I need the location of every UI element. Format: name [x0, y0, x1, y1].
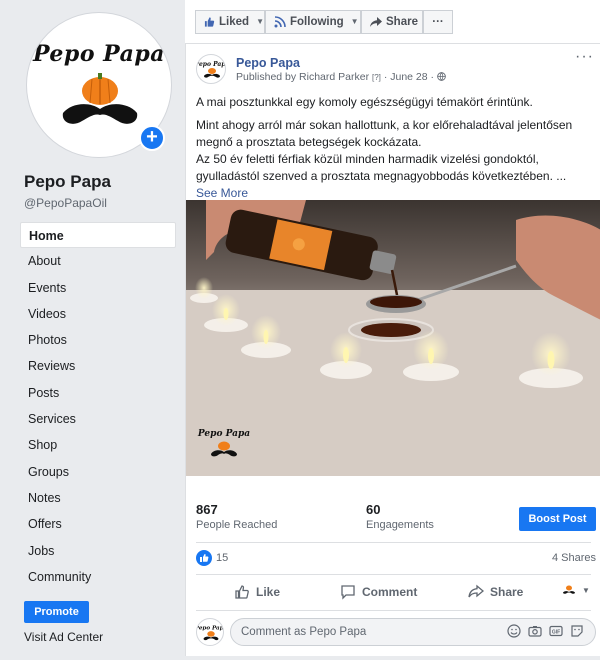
photo-watermark: Pepo Papa	[197, 429, 250, 439]
sidebar-item-about[interactable]: About	[20, 248, 176, 274]
liked-label: Liked	[219, 16, 250, 28]
share-label: Share	[490, 585, 524, 599]
post-date[interactable]: June 28	[390, 71, 427, 83]
chevron-down-icon: ▼	[256, 17, 264, 26]
sidebar-nav: Home About Events Videos Photos Reviews …	[20, 222, 176, 590]
like-label: Like	[256, 585, 281, 599]
rss-feed-icon	[274, 16, 286, 28]
pouring-oil-photo: Pepo Papa	[186, 200, 600, 476]
sidebar-item-groups[interactable]: Groups	[20, 459, 176, 485]
pumpkin-mustache-logo-icon: Pepo Papa	[197, 625, 224, 641]
share-page-label: Share	[386, 16, 418, 28]
sidebar-item-services[interactable]: Services	[20, 406, 176, 432]
like-button[interactable]: Like	[234, 584, 280, 600]
more-dots-icon: ···	[432, 16, 444, 28]
see-more-link[interactable]: See More	[196, 186, 248, 200]
sidebar-item-shop[interactable]: Shop	[20, 432, 176, 458]
commenter-avatar[interactable]: Pepo Papa	[196, 618, 224, 646]
post-options-button[interactable]: ···	[575, 48, 594, 66]
share-page-button[interactable]: Share	[361, 10, 423, 34]
post-photo[interactable]: Pepo Papa	[186, 200, 600, 476]
more-options-button[interactable]: ···	[423, 10, 453, 34]
post-paragraph: Az 50 év feletti férfiak közül minden ha…	[196, 152, 567, 183]
post-meta: Published by Richard Parker [?] · June 2…	[236, 71, 446, 83]
divider	[196, 574, 591, 575]
sidebar-item-jobs[interactable]: Jobs	[20, 538, 176, 564]
gif-icon[interactable]: GIF	[549, 624, 563, 638]
shares-count[interactable]: 4 Shares	[552, 552, 596, 564]
sidebar-item-offers[interactable]: Offers	[20, 511, 176, 537]
post-author-name[interactable]: Pepo Papa	[236, 56, 300, 70]
post-actions: Like Comment Share ▼	[196, 579, 596, 605]
post-body: A mai posztunkkal egy komoly egészségügy…	[196, 94, 596, 202]
thumbs-up-icon	[235, 585, 249, 599]
divider	[196, 542, 591, 543]
comment-tools: GIF	[507, 624, 584, 638]
published-by-text[interactable]: Published by Richard Parker	[236, 71, 369, 83]
following-label: Following	[290, 16, 344, 28]
add-photo-button[interactable]: +	[139, 125, 165, 151]
left-sidebar: Pepo Papa + Pepo Papa @PepoPapaOil Home …	[0, 0, 185, 660]
page-name[interactable]: Pepo Papa	[24, 172, 111, 192]
sidebar-item-posts[interactable]: Posts	[20, 380, 176, 406]
post-paragraph: Mint ahogy arról már sokan hallottunk, a…	[196, 118, 573, 149]
emoji-icon[interactable]	[507, 624, 521, 638]
svg-text:Pepo Papa: Pepo Papa	[197, 61, 226, 68]
sidebar-item-notes[interactable]: Notes	[20, 485, 176, 511]
following-button[interactable]: Following ▼	[265, 10, 361, 34]
comment-label: Comment	[362, 585, 418, 599]
svg-text:GIF: GIF	[552, 629, 560, 635]
sidebar-item-reviews[interactable]: Reviews	[20, 353, 176, 379]
divider	[196, 610, 591, 611]
chevron-down-icon: ▼	[350, 17, 359, 26]
share-arrow-icon	[370, 17, 382, 27]
camera-icon[interactable]	[528, 624, 542, 638]
page-action-bar: Liked ▼ Following ▼ Share ···	[185, 0, 600, 44]
thumbs-up-icon	[204, 17, 215, 27]
comment-composer: Pepo Papa Comment as Pepo Papa GIF	[196, 618, 596, 648]
post-card: Pepo Papa Pepo Papa Published by Richard…	[185, 44, 600, 656]
pumpkin-mustache-logo-icon	[563, 585, 575, 594]
engagements-label: Engagements	[366, 519, 434, 531]
chevron-down-icon: ▼	[582, 585, 590, 595]
post-author-avatar[interactable]: Pepo Papa	[196, 54, 226, 84]
reactions-bar: 15 4 Shares	[196, 548, 596, 568]
people-reached-label: People Reached	[196, 519, 278, 531]
comment-button[interactable]: Comment	[340, 584, 417, 600]
post-paragraph: A mai posztunkkal egy komoly egészségügy…	[196, 95, 533, 109]
sidebar-item-community[interactable]: Community	[20, 564, 176, 590]
people-reached-count: 867	[196, 502, 218, 517]
promote-button[interactable]: Promote	[24, 601, 89, 623]
help-mark[interactable]: [?]	[372, 73, 381, 82]
liked-button[interactable]: Liked ▼	[195, 10, 265, 34]
reaction-count[interactable]: 15	[216, 552, 228, 564]
share-arrow-icon	[468, 584, 484, 598]
post-insights: 867 People Reached 60 Engagements Boost …	[196, 502, 596, 542]
pumpkin-mustache-logo-icon: Pepo Papa	[197, 61, 226, 78]
like-reaction-icon[interactable]	[196, 550, 212, 566]
boost-post-button[interactable]: Boost Post	[519, 507, 596, 531]
svg-text:Pepo Papa: Pepo Papa	[197, 625, 224, 631]
sidebar-item-events[interactable]: Events	[20, 275, 176, 301]
visit-ad-center-link[interactable]: Visit Ad Center	[24, 630, 103, 644]
page-handle[interactable]: @PepoPapaOil	[24, 196, 107, 210]
sticker-icon[interactable]	[570, 624, 584, 638]
share-button[interactable]: Share	[468, 584, 523, 600]
sidebar-item-home[interactable]: Home	[20, 222, 176, 249]
post-as-selector[interactable]: ▼	[562, 584, 590, 596]
sidebar-item-videos[interactable]: Videos	[20, 301, 176, 327]
globe-icon	[437, 72, 446, 81]
sidebar-item-photos[interactable]: Photos	[20, 327, 176, 353]
comment-bubble-icon	[341, 585, 355, 600]
engagements-count: 60	[366, 502, 381, 517]
